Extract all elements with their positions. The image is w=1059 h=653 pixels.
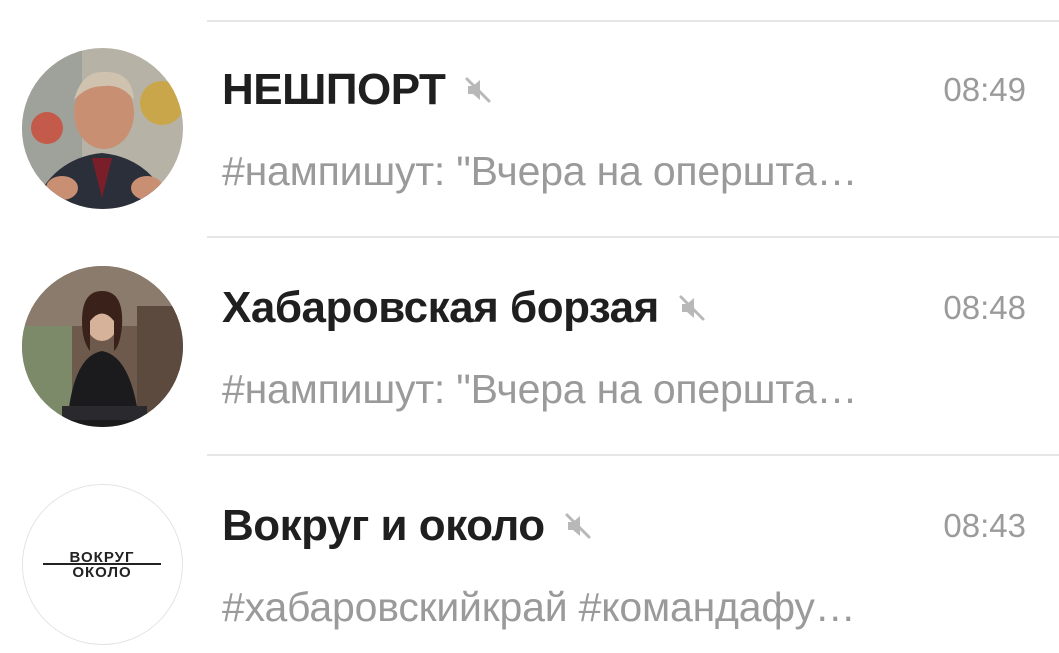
chat-title-line: НЕШПОРТ xyxy=(222,60,493,120)
chat-name: НЕШПОРТ xyxy=(222,65,446,114)
logo-avatar-image: ВОКРУГ ОКОЛО xyxy=(23,485,181,643)
chat-row-khabarovskaya-borzaya[interactable]: Хабаровская борзая 08:48 #нампишут: "Вче… xyxy=(0,240,1059,456)
chat-name: Вокруг и около xyxy=(222,501,545,550)
chat-avatar[interactable] xyxy=(22,48,183,209)
chat-time: 08:43 xyxy=(943,507,1026,544)
chat-title-line: Вокруг и около xyxy=(222,496,593,556)
chat-preview: #хабаровскийкрай #командафу… xyxy=(222,584,856,630)
muted-speaker-icon xyxy=(679,295,705,321)
person-photo-avatar-image xyxy=(22,48,183,209)
chat-preview: #нампишут: "Вчера на оперштa… xyxy=(222,366,858,412)
chat-name: Хабаровская борзая xyxy=(222,283,659,332)
chat-avatar[interactable] xyxy=(22,266,183,427)
svg-text:ОКОЛО: ОКОЛО xyxy=(72,564,131,581)
chat-row-neshport[interactable]: НЕШПОРТ 08:49 #нампишут: "Вчера на оперш… xyxy=(0,22,1059,238)
chat-list: НЕШПОРТ 08:49 #нампишут: "Вчера на оперш… xyxy=(0,0,1059,653)
muted-speaker-icon xyxy=(565,513,591,539)
chat-time: 08:49 xyxy=(943,71,1026,108)
person-photo-avatar-image xyxy=(22,266,183,427)
chat-avatar[interactable]: ВОКРУГ ОКОЛО xyxy=(22,484,183,645)
chat-time: 08:48 xyxy=(943,289,1026,326)
divider xyxy=(207,454,1059,456)
chat-row-vokrug-i-okolo[interactable]: ВОКРУГ ОКОЛО Вокруг и около 08:43 #хабар… xyxy=(0,458,1059,653)
chat-title-line: Хабаровская борзая xyxy=(222,278,707,338)
muted-speaker-icon xyxy=(465,77,491,103)
divider xyxy=(207,236,1059,238)
chat-preview: #нампишут: "Вчера на оперштa… xyxy=(222,148,858,194)
